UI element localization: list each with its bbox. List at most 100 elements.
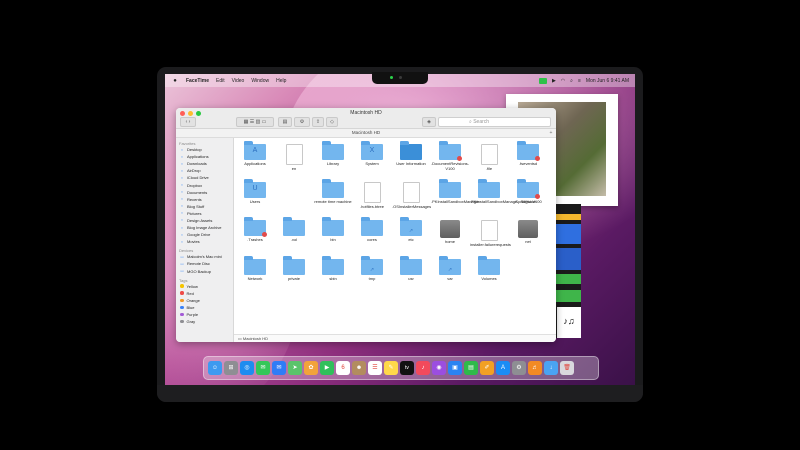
file-item[interactable]: .PKInstallSandboxManager [431,179,479,205]
file-item[interactable]: net [509,220,547,245]
sidebar-tag[interactable]: Purple [176,311,233,318]
finder-window[interactable]: Macintosh HD ‹ › ▦ ☰ ▥ ▭ ▤ ⚙ ⇪ ◇ ◈ ⌕ Sea… [176,108,556,342]
dock-safari-icon[interactable]: ◎ [240,361,254,375]
sidebar-item[interactable]: ▪ Blog Stuff [176,203,233,210]
search-input[interactable]: ⌕ Search [438,117,551,127]
sidebar-item[interactable]: ▪ Movies [176,238,233,245]
facetime-status-icon[interactable] [538,77,547,84]
file-item[interactable]: .OSInstallerMessages [392,182,431,210]
share-icon[interactable]: ⇪ [312,117,324,127]
file-item[interactable]: U Users [236,179,274,205]
dock-notes-icon[interactable]: ✎ [384,361,398,375]
sidebar-item[interactable]: ▪ Applications [176,153,233,160]
sidebar-tag[interactable]: Blue [176,304,233,311]
file-item[interactable]: .vol [275,217,313,243]
sidebar-item[interactable]: ▪ iCloud Drive [176,174,233,181]
menu-video[interactable]: Video [232,78,245,84]
group-button[interactable]: ▤ [278,117,292,127]
sidebar-item[interactable]: ▪ AirDrop [176,167,233,174]
dock-app-store-icon[interactable]: A [496,361,510,375]
sidebar-item[interactable]: ▪ Documents [176,189,233,196]
dock-tv-icon[interactable]: tv [400,361,414,375]
file-item[interactable]: home [431,220,469,245]
file-item[interactable]: usr [392,256,430,282]
file-item[interactable]: .file [470,144,508,172]
dropbox-icon[interactable]: ◈ [422,117,436,127]
sidebar-tag[interactable]: Red [176,290,233,297]
dock-system-preferences-icon[interactable]: ⚙ [512,361,526,375]
wifi-icon[interactable]: ◠ [561,78,565,84]
sidebar-tag[interactable]: Gray [176,318,233,325]
dock-finder-icon[interactable]: ☺ [208,361,222,375]
file-item-label: remote time machine [314,199,352,204]
sidebar-item[interactable]: ▪ Dropbox [176,181,233,188]
file-item[interactable]: ↗ etc [392,217,430,243]
file-item[interactable]: bin [314,217,352,243]
sidebar-item[interactable]: ▪ Recents [176,196,233,203]
dock-mail-icon[interactable]: ✉ [272,361,286,375]
sidebar-tag[interactable]: Yellow [176,283,233,290]
finder-titlebar[interactable]: Macintosh HD ‹ › ▦ ☰ ▥ ▭ ▤ ⚙ ⇪ ◇ ◈ ⌕ Sea… [176,108,556,129]
file-item[interactable]: Library [314,141,352,167]
dock-trash-icon[interactable]: 🗑 [560,361,574,375]
dock-messages-icon[interactable]: ✉ [256,361,270,375]
file-item[interactable]: ↗ var [431,256,469,282]
sidebar-item[interactable]: ▪ Google Drive [176,231,233,238]
view-switcher[interactable]: ▦ ☰ ▥ ▭ [236,117,274,127]
file-item[interactable]: User Information [392,141,430,167]
control-center-icon[interactable]: ≡ [578,78,581,84]
file-item[interactable]: ↗ tmp [353,256,391,282]
file-item[interactable]: .fseventsd [509,141,547,167]
dock-music-icon[interactable]: ♪ [416,361,430,375]
menu-edit[interactable]: Edit [216,78,225,84]
search-icon[interactable]: ⌕ [570,78,573,84]
sidebar-tag[interactable]: Orange [176,297,233,304]
add-tab-icon[interactable]: + [548,130,554,136]
file-item[interactable]: .PKInstallSandboxManage...Software [470,179,536,205]
dock-keynote-icon[interactable]: ▣ [448,361,462,375]
dock-reminders-icon[interactable]: ☰ [368,361,382,375]
file-item[interactable]: .DocumentRevisions-V100 [431,141,469,172]
file-item[interactable]: sbin [314,256,352,282]
back-forward-buttons[interactable]: ‹ › [180,117,196,127]
sidebar-item[interactable]: ▪ Downloads [176,160,233,167]
apple-menu-icon[interactable]: ● [171,78,179,84]
menu-app-name[interactable]: FaceTime [186,78,209,84]
sidebar-item[interactable]: ▪ Pictures [176,210,233,217]
menu-help[interactable]: Help [276,78,286,84]
file-item[interactable]: en [275,144,313,172]
file-item[interactable]: cores [353,217,391,243]
dock-facetime-icon[interactable]: ▶ [320,361,334,375]
sidebar-item[interactable]: ▪ Desktop [176,146,233,153]
file-item[interactable]: .hotfiles.btree [353,182,391,210]
dock-downloads-icon[interactable]: ↓ [544,361,558,375]
dock-numbers-icon[interactable]: ▤ [464,361,478,375]
dock-photos-icon[interactable]: ✿ [304,361,318,375]
sidebar-item[interactable]: ▪ Blog Image Archive [176,224,233,231]
sidebar-item[interactable]: ▭ Malcolm's Mac mini [176,253,233,260]
dock-garageband-icon[interactable]: ♬ [528,361,542,375]
file-item[interactable]: .Spotlight-V100 [509,179,547,205]
file-item[interactable]: private [275,256,313,282]
file-item[interactable]: remote time machine [314,179,352,205]
tag-icon[interactable]: ◇ [326,117,338,127]
action-gear-icon[interactable]: ⚙ [294,117,310,127]
file-item[interactable]: .Trashes [236,217,274,243]
sidebar-item[interactable]: ▭ MGO Backup [176,268,233,275]
sidebar-item[interactable]: ▭ Remote Disc [176,260,233,267]
dock-calendar-icon[interactable]: 6 [336,361,350,375]
menu-window[interactable]: Window [251,78,269,84]
dock-contacts-icon[interactable]: ☻ [352,361,366,375]
dock-podcasts-icon[interactable]: ◉ [432,361,446,375]
menu-clock[interactable]: Mon Jun 6 9:41 AM [586,78,629,84]
dock-maps-icon[interactable]: ➤ [288,361,302,375]
sidebar-item[interactable]: ▪ Design Assets [176,217,233,224]
file-item[interactable]: A Applications [236,141,274,167]
file-item[interactable]: installer.failurerequests [470,220,511,248]
playback-icon[interactable]: ▶ [552,78,556,84]
dock-pages-icon[interactable]: ✐ [480,361,494,375]
file-item[interactable]: Network [236,256,274,282]
file-item[interactable]: X System [353,141,391,167]
file-item[interactable]: Volumes [470,256,508,282]
dock-launchpad-icon[interactable]: ⊞ [224,361,238,375]
